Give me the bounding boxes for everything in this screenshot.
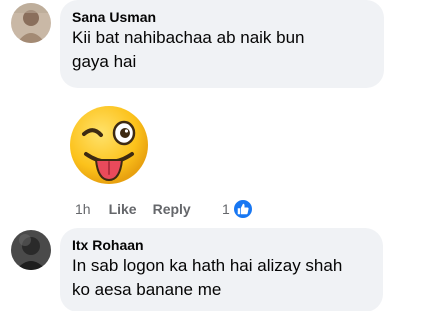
- comment-bubble: Sana Usman Kii bat nahibachaa ab naik bu…: [60, 0, 384, 88]
- comment-timestamp[interactable]: 1h: [75, 201, 91, 217]
- like-button[interactable]: Like: [109, 201, 137, 217]
- comment-text-line: ko aesa banane me: [72, 280, 222, 299]
- comment-text-line: gaya hai: [72, 52, 137, 71]
- reaction-summary[interactable]: 1: [222, 198, 254, 220]
- reaction-count: 1: [222, 201, 230, 217]
- comment-text-line: In sab logon ka hath hai alizay shah: [72, 256, 343, 275]
- reply-button[interactable]: Reply: [153, 201, 191, 217]
- comment-text-line: Kii bat nahibachaa ab naik bun: [72, 28, 305, 47]
- thumbs-up-icon: [231, 198, 254, 220]
- avatar-sana-usman[interactable]: [11, 3, 51, 43]
- comment-bubble: Itx Rohaan In sab logon ka hath hai aliz…: [60, 228, 383, 311]
- comment-author[interactable]: Sana Usman: [72, 8, 372, 26]
- comment-author[interactable]: Itx Rohaan: [72, 236, 371, 254]
- comment-actions: 1h Like Reply: [75, 201, 191, 217]
- avatar-itx-rohaan[interactable]: [11, 230, 51, 270]
- winking-tongue-emoji-sticker: [68, 104, 150, 191]
